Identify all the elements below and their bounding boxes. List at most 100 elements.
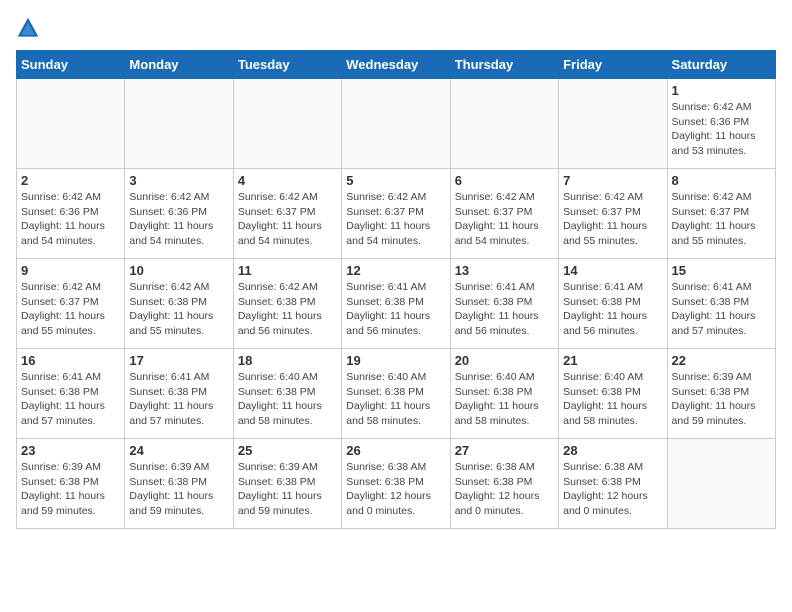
day-number: 4	[238, 173, 337, 188]
day-info: Sunrise: 6:39 AM Sunset: 6:38 PM Dayligh…	[21, 460, 120, 519]
calendar-cell	[17, 79, 125, 169]
calendar-header-monday: Monday	[125, 51, 233, 79]
day-info: Sunrise: 6:41 AM Sunset: 6:38 PM Dayligh…	[21, 370, 120, 429]
calendar-header-thursday: Thursday	[450, 51, 558, 79]
day-number: 25	[238, 443, 337, 458]
day-info: Sunrise: 6:42 AM Sunset: 6:37 PM Dayligh…	[238, 190, 337, 249]
calendar-cell: 9 Sunrise: 6:42 AM Sunset: 6:37 PM Daylig…	[17, 259, 125, 349]
calendar-header-friday: Friday	[559, 51, 667, 79]
calendar-cell: 18 Sunrise: 6:40 AM Sunset: 6:38 PM Dayli…	[233, 349, 341, 439]
day-number: 7	[563, 173, 662, 188]
day-number: 2	[21, 173, 120, 188]
day-number: 14	[563, 263, 662, 278]
calendar-cell: 5 Sunrise: 6:42 AM Sunset: 6:37 PM Daylig…	[342, 169, 450, 259]
calendar-header-sunday: Sunday	[17, 51, 125, 79]
calendar-cell: 16 Sunrise: 6:41 AM Sunset: 6:38 PM Dayli…	[17, 349, 125, 439]
day-info: Sunrise: 6:42 AM Sunset: 6:36 PM Dayligh…	[21, 190, 120, 249]
day-number: 15	[672, 263, 771, 278]
calendar-week-row-4: 16 Sunrise: 6:41 AM Sunset: 6:38 PM Dayli…	[17, 349, 776, 439]
day-number: 5	[346, 173, 445, 188]
day-number: 24	[129, 443, 228, 458]
calendar-cell: 13 Sunrise: 6:41 AM Sunset: 6:38 PM Dayli…	[450, 259, 558, 349]
day-number: 28	[563, 443, 662, 458]
day-number: 1	[672, 83, 771, 98]
calendar-cell: 25 Sunrise: 6:39 AM Sunset: 6:38 PM Dayli…	[233, 439, 341, 529]
calendar-cell: 23 Sunrise: 6:39 AM Sunset: 6:38 PM Dayli…	[17, 439, 125, 529]
day-info: Sunrise: 6:41 AM Sunset: 6:38 PM Dayligh…	[672, 280, 771, 339]
calendar-cell: 1 Sunrise: 6:42 AM Sunset: 6:36 PM Daylig…	[667, 79, 775, 169]
day-number: 9	[21, 263, 120, 278]
calendar-cell: 12 Sunrise: 6:41 AM Sunset: 6:38 PM Dayli…	[342, 259, 450, 349]
calendar-cell: 15 Sunrise: 6:41 AM Sunset: 6:38 PM Dayli…	[667, 259, 775, 349]
calendar-cell	[559, 79, 667, 169]
calendar-cell: 22 Sunrise: 6:39 AM Sunset: 6:38 PM Dayli…	[667, 349, 775, 439]
calendar-cell: 21 Sunrise: 6:40 AM Sunset: 6:38 PM Dayli…	[559, 349, 667, 439]
day-info: Sunrise: 6:38 AM Sunset: 6:38 PM Dayligh…	[563, 460, 662, 519]
calendar-cell: 17Sunrise: 6:41 AM Sunset: 6:38 PM Dayli…	[125, 349, 233, 439]
day-info: Sunrise: 6:40 AM Sunset: 6:38 PM Dayligh…	[346, 370, 445, 429]
calendar-header-wednesday: Wednesday	[342, 51, 450, 79]
calendar-week-row-3: 9 Sunrise: 6:42 AM Sunset: 6:37 PM Daylig…	[17, 259, 776, 349]
calendar-header-saturday: Saturday	[667, 51, 775, 79]
day-info: Sunrise: 6:41 AM Sunset: 6:38 PM Dayligh…	[563, 280, 662, 339]
day-number: 23	[21, 443, 120, 458]
day-info: Sunrise: 6:42 AM Sunset: 6:36 PM Dayligh…	[672, 100, 771, 159]
calendar-cell: 20 Sunrise: 6:40 AM Sunset: 6:38 PM Dayli…	[450, 349, 558, 439]
calendar-header-tuesday: Tuesday	[233, 51, 341, 79]
calendar-week-row-1: 1 Sunrise: 6:42 AM Sunset: 6:36 PM Daylig…	[17, 79, 776, 169]
calendar-cell: 26 Sunrise: 6:38 AM Sunset: 6:38 PM Dayli…	[342, 439, 450, 529]
day-number: 26	[346, 443, 445, 458]
calendar-header-row: SundayMondayTuesdayWednesdayThursdayFrid…	[17, 51, 776, 79]
day-info: Sunrise: 6:39 AM Sunset: 6:38 PM Dayligh…	[238, 460, 337, 519]
calendar-cell: 28 Sunrise: 6:38 AM Sunset: 6:38 PM Dayli…	[559, 439, 667, 529]
header	[16, 16, 776, 40]
day-info: Sunrise: 6:41 AM Sunset: 6:38 PM Dayligh…	[455, 280, 554, 339]
calendar-cell: 3 Sunrise: 6:42 AM Sunset: 6:36 PM Daylig…	[125, 169, 233, 259]
calendar-cell: 19 Sunrise: 6:40 AM Sunset: 6:38 PM Dayli…	[342, 349, 450, 439]
day-number: 11	[238, 263, 337, 278]
day-info: Sunrise: 6:42 AM Sunset: 6:36 PM Dayligh…	[129, 190, 228, 249]
calendar: SundayMondayTuesdayWednesdayThursdayFrid…	[16, 50, 776, 529]
day-info: Sunrise: 6:42 AM Sunset: 6:37 PM Dayligh…	[346, 190, 445, 249]
calendar-cell: 11 Sunrise: 6:42 AM Sunset: 6:38 PM Dayli…	[233, 259, 341, 349]
calendar-cell: 4 Sunrise: 6:42 AM Sunset: 6:37 PM Daylig…	[233, 169, 341, 259]
day-number: 27	[455, 443, 554, 458]
day-number: 13	[455, 263, 554, 278]
calendar-cell	[125, 79, 233, 169]
calendar-cell: 10Sunrise: 6:42 AM Sunset: 6:38 PM Dayli…	[125, 259, 233, 349]
calendar-week-row-5: 23 Sunrise: 6:39 AM Sunset: 6:38 PM Dayli…	[17, 439, 776, 529]
calendar-cell: 14 Sunrise: 6:41 AM Sunset: 6:38 PM Dayli…	[559, 259, 667, 349]
calendar-cell: 7 Sunrise: 6:42 AM Sunset: 6:37 PM Daylig…	[559, 169, 667, 259]
day-info: Sunrise: 6:38 AM Sunset: 6:38 PM Dayligh…	[346, 460, 445, 519]
day-number: 20	[455, 353, 554, 368]
day-info: Sunrise: 6:40 AM Sunset: 6:38 PM Dayligh…	[455, 370, 554, 429]
calendar-cell: 2 Sunrise: 6:42 AM Sunset: 6:36 PM Daylig…	[17, 169, 125, 259]
calendar-cell: 8 Sunrise: 6:42 AM Sunset: 6:37 PM Daylig…	[667, 169, 775, 259]
day-info: Sunrise: 6:42 AM Sunset: 6:38 PM Dayligh…	[129, 280, 228, 339]
day-number: 16	[21, 353, 120, 368]
day-number: 12	[346, 263, 445, 278]
day-info: Sunrise: 6:42 AM Sunset: 6:37 PM Dayligh…	[21, 280, 120, 339]
day-number: 8	[672, 173, 771, 188]
day-info: Sunrise: 6:39 AM Sunset: 6:38 PM Dayligh…	[672, 370, 771, 429]
calendar-week-row-2: 2 Sunrise: 6:42 AM Sunset: 6:36 PM Daylig…	[17, 169, 776, 259]
day-number: 18	[238, 353, 337, 368]
day-number: 21	[563, 353, 662, 368]
calendar-cell	[450, 79, 558, 169]
calendar-cell	[342, 79, 450, 169]
day-info: Sunrise: 6:42 AM Sunset: 6:38 PM Dayligh…	[238, 280, 337, 339]
day-number: 22	[672, 353, 771, 368]
logo-icon	[16, 16, 40, 40]
day-info: Sunrise: 6:42 AM Sunset: 6:37 PM Dayligh…	[672, 190, 771, 249]
day-info: Sunrise: 6:40 AM Sunset: 6:38 PM Dayligh…	[238, 370, 337, 429]
day-number: 19	[346, 353, 445, 368]
day-info: Sunrise: 6:42 AM Sunset: 6:37 PM Dayligh…	[563, 190, 662, 249]
day-number: 17	[129, 353, 228, 368]
calendar-cell: 6Sunrise: 6:42 AM Sunset: 6:37 PM Daylig…	[450, 169, 558, 259]
day-info: Sunrise: 6:38 AM Sunset: 6:38 PM Dayligh…	[455, 460, 554, 519]
day-number: 3	[129, 173, 228, 188]
day-info: Sunrise: 6:41 AM Sunset: 6:38 PM Dayligh…	[346, 280, 445, 339]
day-info: Sunrise: 6:42 AM Sunset: 6:37 PM Dayligh…	[455, 190, 554, 249]
day-info: Sunrise: 6:40 AM Sunset: 6:38 PM Dayligh…	[563, 370, 662, 429]
calendar-cell: 24Sunrise: 6:39 AM Sunset: 6:38 PM Dayli…	[125, 439, 233, 529]
